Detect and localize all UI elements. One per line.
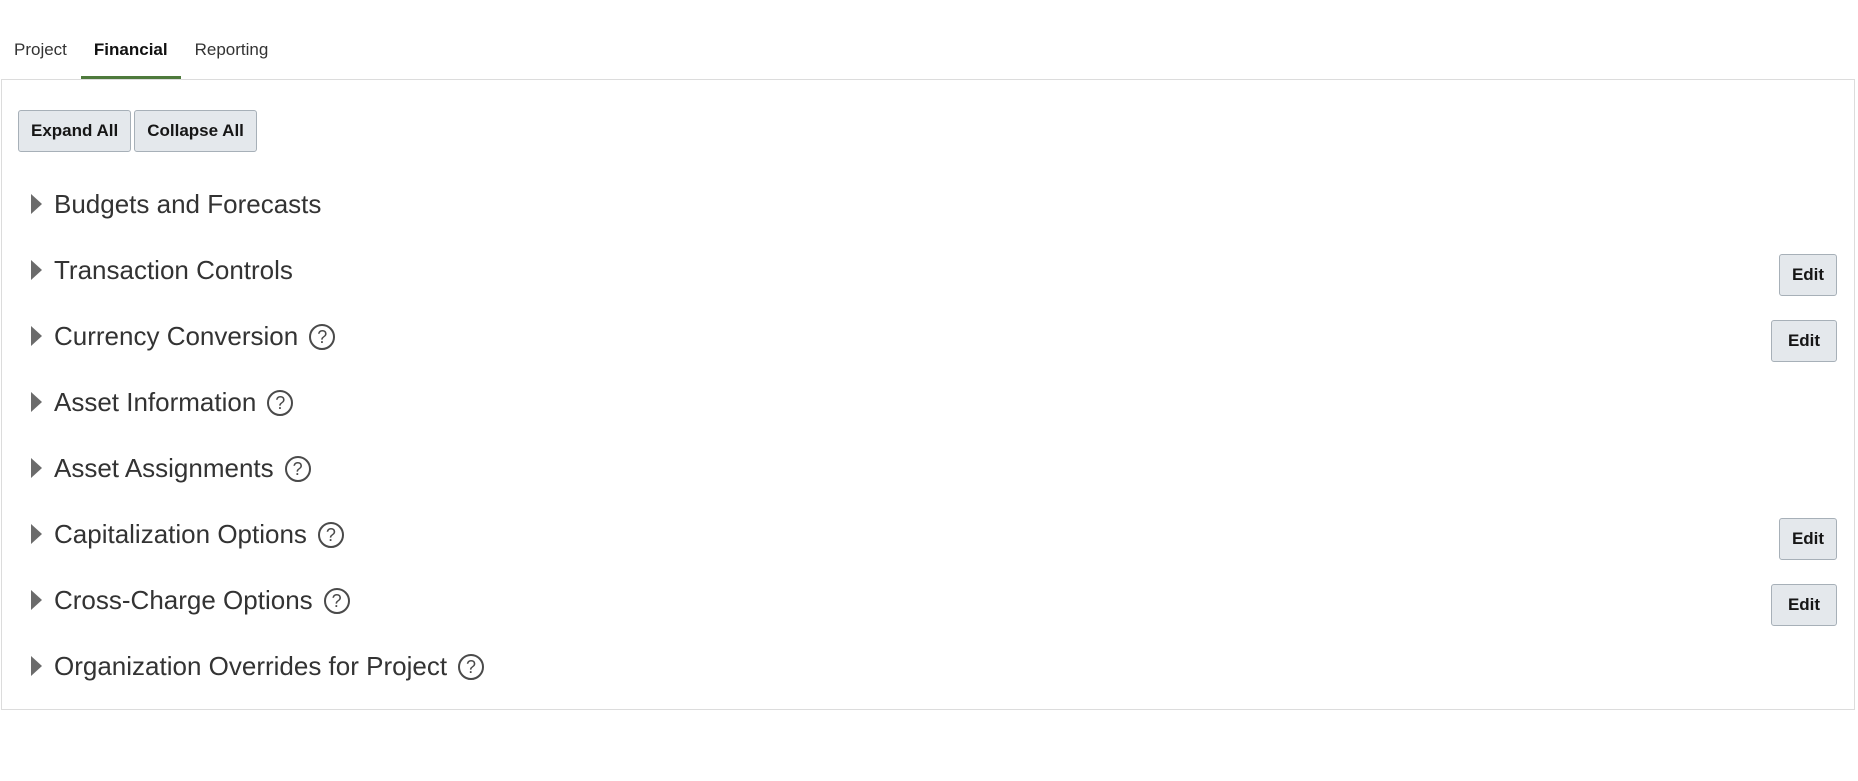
- section-title-text: Organization Overrides for Project: [54, 651, 448, 681]
- section-title[interactable]: Currency Conversion?: [54, 321, 336, 352]
- section-cross-charge-options: Cross-Charge Options? Edit: [2, 568, 1854, 634]
- section-transaction-controls: Transaction Controls Edit: [2, 238, 1854, 304]
- section-title[interactable]: Budgets and Forecasts: [54, 189, 321, 220]
- expand-triangle-icon[interactable]: [31, 656, 42, 676]
- help-question-icon[interactable]: ?: [458, 653, 485, 680]
- section-title[interactable]: Asset Information?: [54, 387, 294, 418]
- section-currency-conversion: Currency Conversion? Edit: [2, 304, 1854, 370]
- expand-triangle-icon[interactable]: [31, 458, 42, 478]
- section-title-text: Cross-Charge Options: [54, 585, 313, 615]
- section-title[interactable]: Capitalization Options?: [54, 519, 344, 550]
- expand-triangle-icon[interactable]: [31, 392, 42, 412]
- section-title-text: Currency Conversion: [54, 321, 299, 351]
- expand-triangle-icon[interactable]: [31, 524, 42, 544]
- panel-toolbar: Expand All Collapse All: [18, 110, 257, 152]
- section-title-text: Asset Assignments: [54, 453, 274, 483]
- financial-panel: Expand All Collapse All Budgets and Fore…: [1, 79, 1855, 710]
- tab-financial[interactable]: Financial: [80, 30, 181, 79]
- section-title[interactable]: Organization Overrides for Project?: [54, 651, 485, 682]
- section-asset-assignments: Asset Assignments?: [2, 436, 1854, 502]
- tab-project[interactable]: Project: [0, 30, 81, 79]
- edit-currency-conversion-button[interactable]: Edit: [1771, 320, 1837, 362]
- expand-triangle-icon[interactable]: [31, 260, 42, 280]
- help-question-icon[interactable]: ?: [309, 323, 336, 350]
- edit-cross-charge-options-button[interactable]: Edit: [1771, 584, 1837, 626]
- section-title-text: Asset Information: [54, 387, 257, 417]
- section-capitalization-options: Capitalization Options? Edit: [2, 502, 1854, 568]
- edit-transaction-controls-button[interactable]: Edit: [1779, 254, 1837, 296]
- expand-triangle-icon[interactable]: [31, 590, 42, 610]
- edit-capitalization-options-button[interactable]: Edit: [1779, 518, 1837, 560]
- section-title[interactable]: Asset Assignments?: [54, 453, 311, 484]
- section-title-text: Transaction Controls: [54, 255, 293, 285]
- section-organization-overrides: Organization Overrides for Project?: [2, 634, 1854, 700]
- section-budgets-and-forecasts: Budgets and Forecasts: [2, 172, 1854, 238]
- section-title-text: Capitalization Options: [54, 519, 307, 549]
- expand-triangle-icon[interactable]: [31, 326, 42, 346]
- section-title[interactable]: Cross-Charge Options?: [54, 585, 350, 616]
- tab-bar: Project Financial Reporting: [0, 30, 282, 80]
- help-question-icon[interactable]: ?: [267, 389, 294, 416]
- help-question-icon[interactable]: ?: [317, 521, 344, 548]
- help-question-icon[interactable]: ?: [284, 455, 311, 482]
- expand-all-button[interactable]: Expand All: [18, 110, 132, 152]
- tab-reporting[interactable]: Reporting: [181, 30, 283, 79]
- expand-triangle-icon[interactable]: [31, 194, 42, 214]
- section-asset-information: Asset Information?: [2, 370, 1854, 436]
- section-title[interactable]: Transaction Controls: [54, 255, 293, 286]
- section-title-text: Budgets and Forecasts: [54, 189, 322, 219]
- collapse-all-button[interactable]: Collapse All: [134, 110, 257, 152]
- help-question-icon[interactable]: ?: [323, 587, 350, 614]
